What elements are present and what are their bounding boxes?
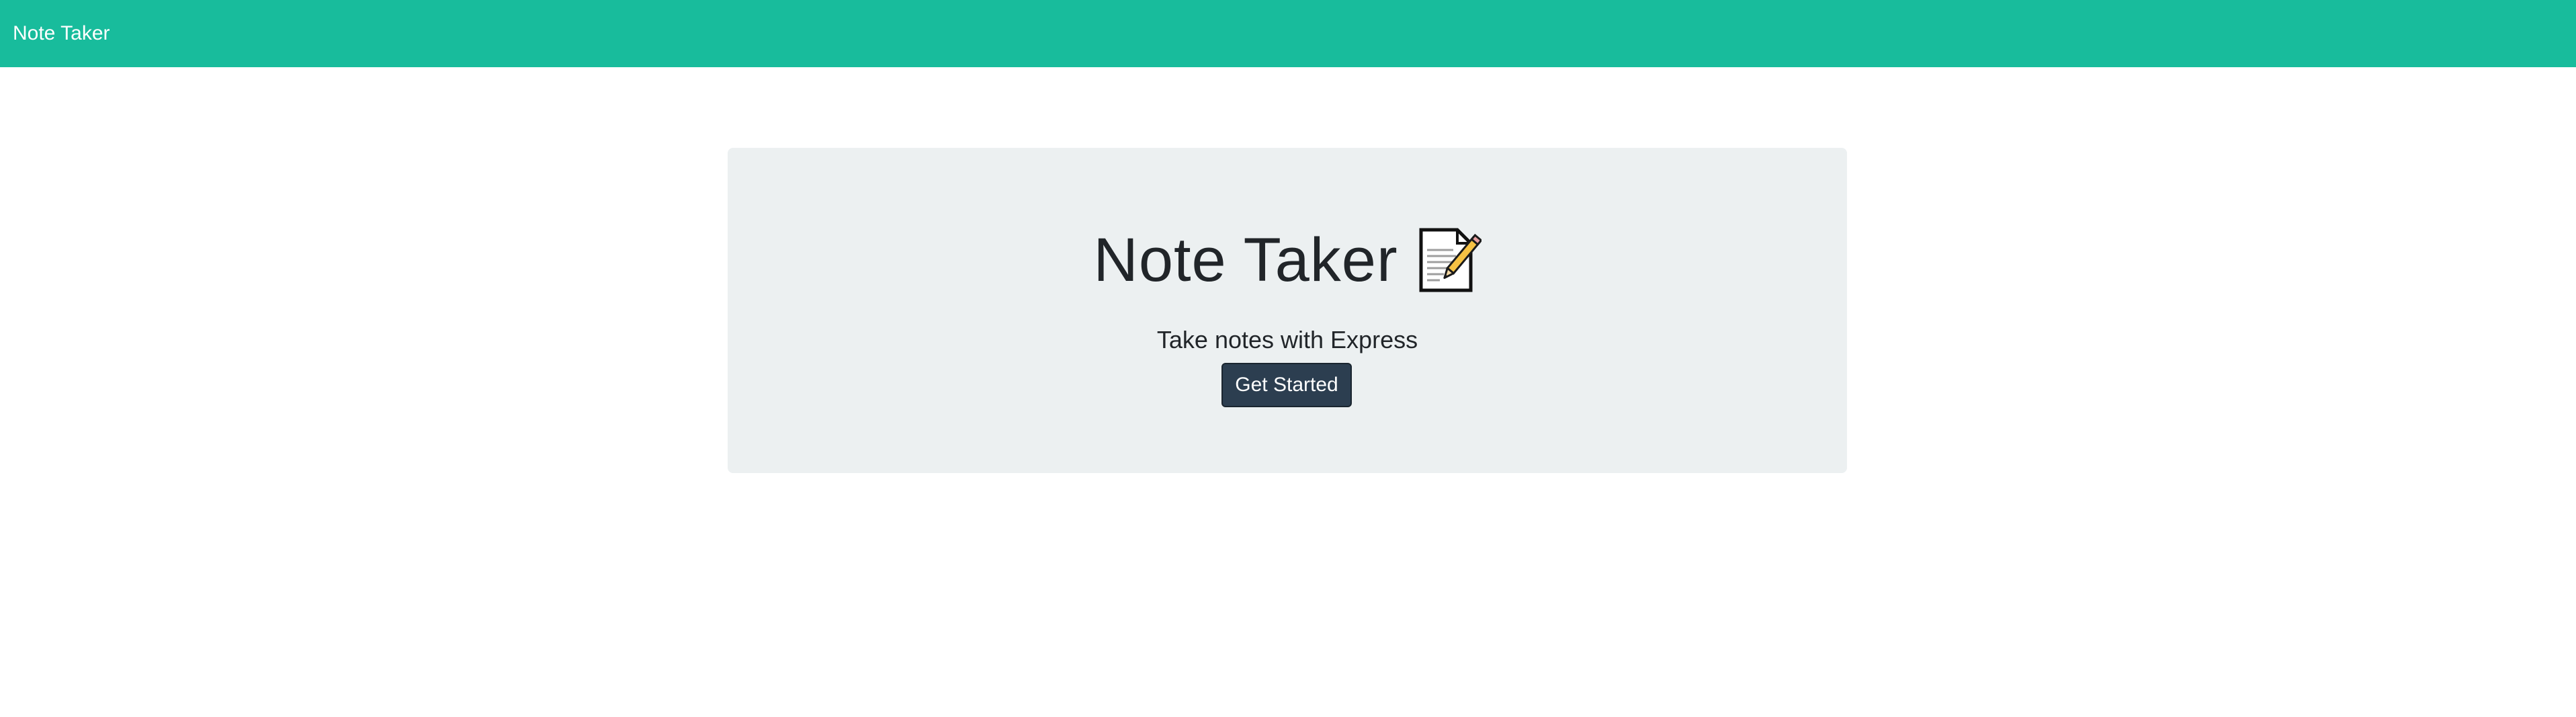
get-started-button[interactable]: Get Started <box>1221 363 1352 407</box>
top-navbar: Note Taker <box>0 0 2576 67</box>
hero-title-row: Note Taker <box>728 210 1847 310</box>
hero-subtitle: Take notes with Express <box>1156 326 1418 353</box>
navbar-brand-link[interactable]: Note Taker <box>13 24 110 44</box>
hero-jumbotron: Note Taker Take notes with Express Get S… <box>728 148 1847 473</box>
memo-icon <box>1416 227 1483 293</box>
page-title: Note Taker <box>1093 226 1398 294</box>
